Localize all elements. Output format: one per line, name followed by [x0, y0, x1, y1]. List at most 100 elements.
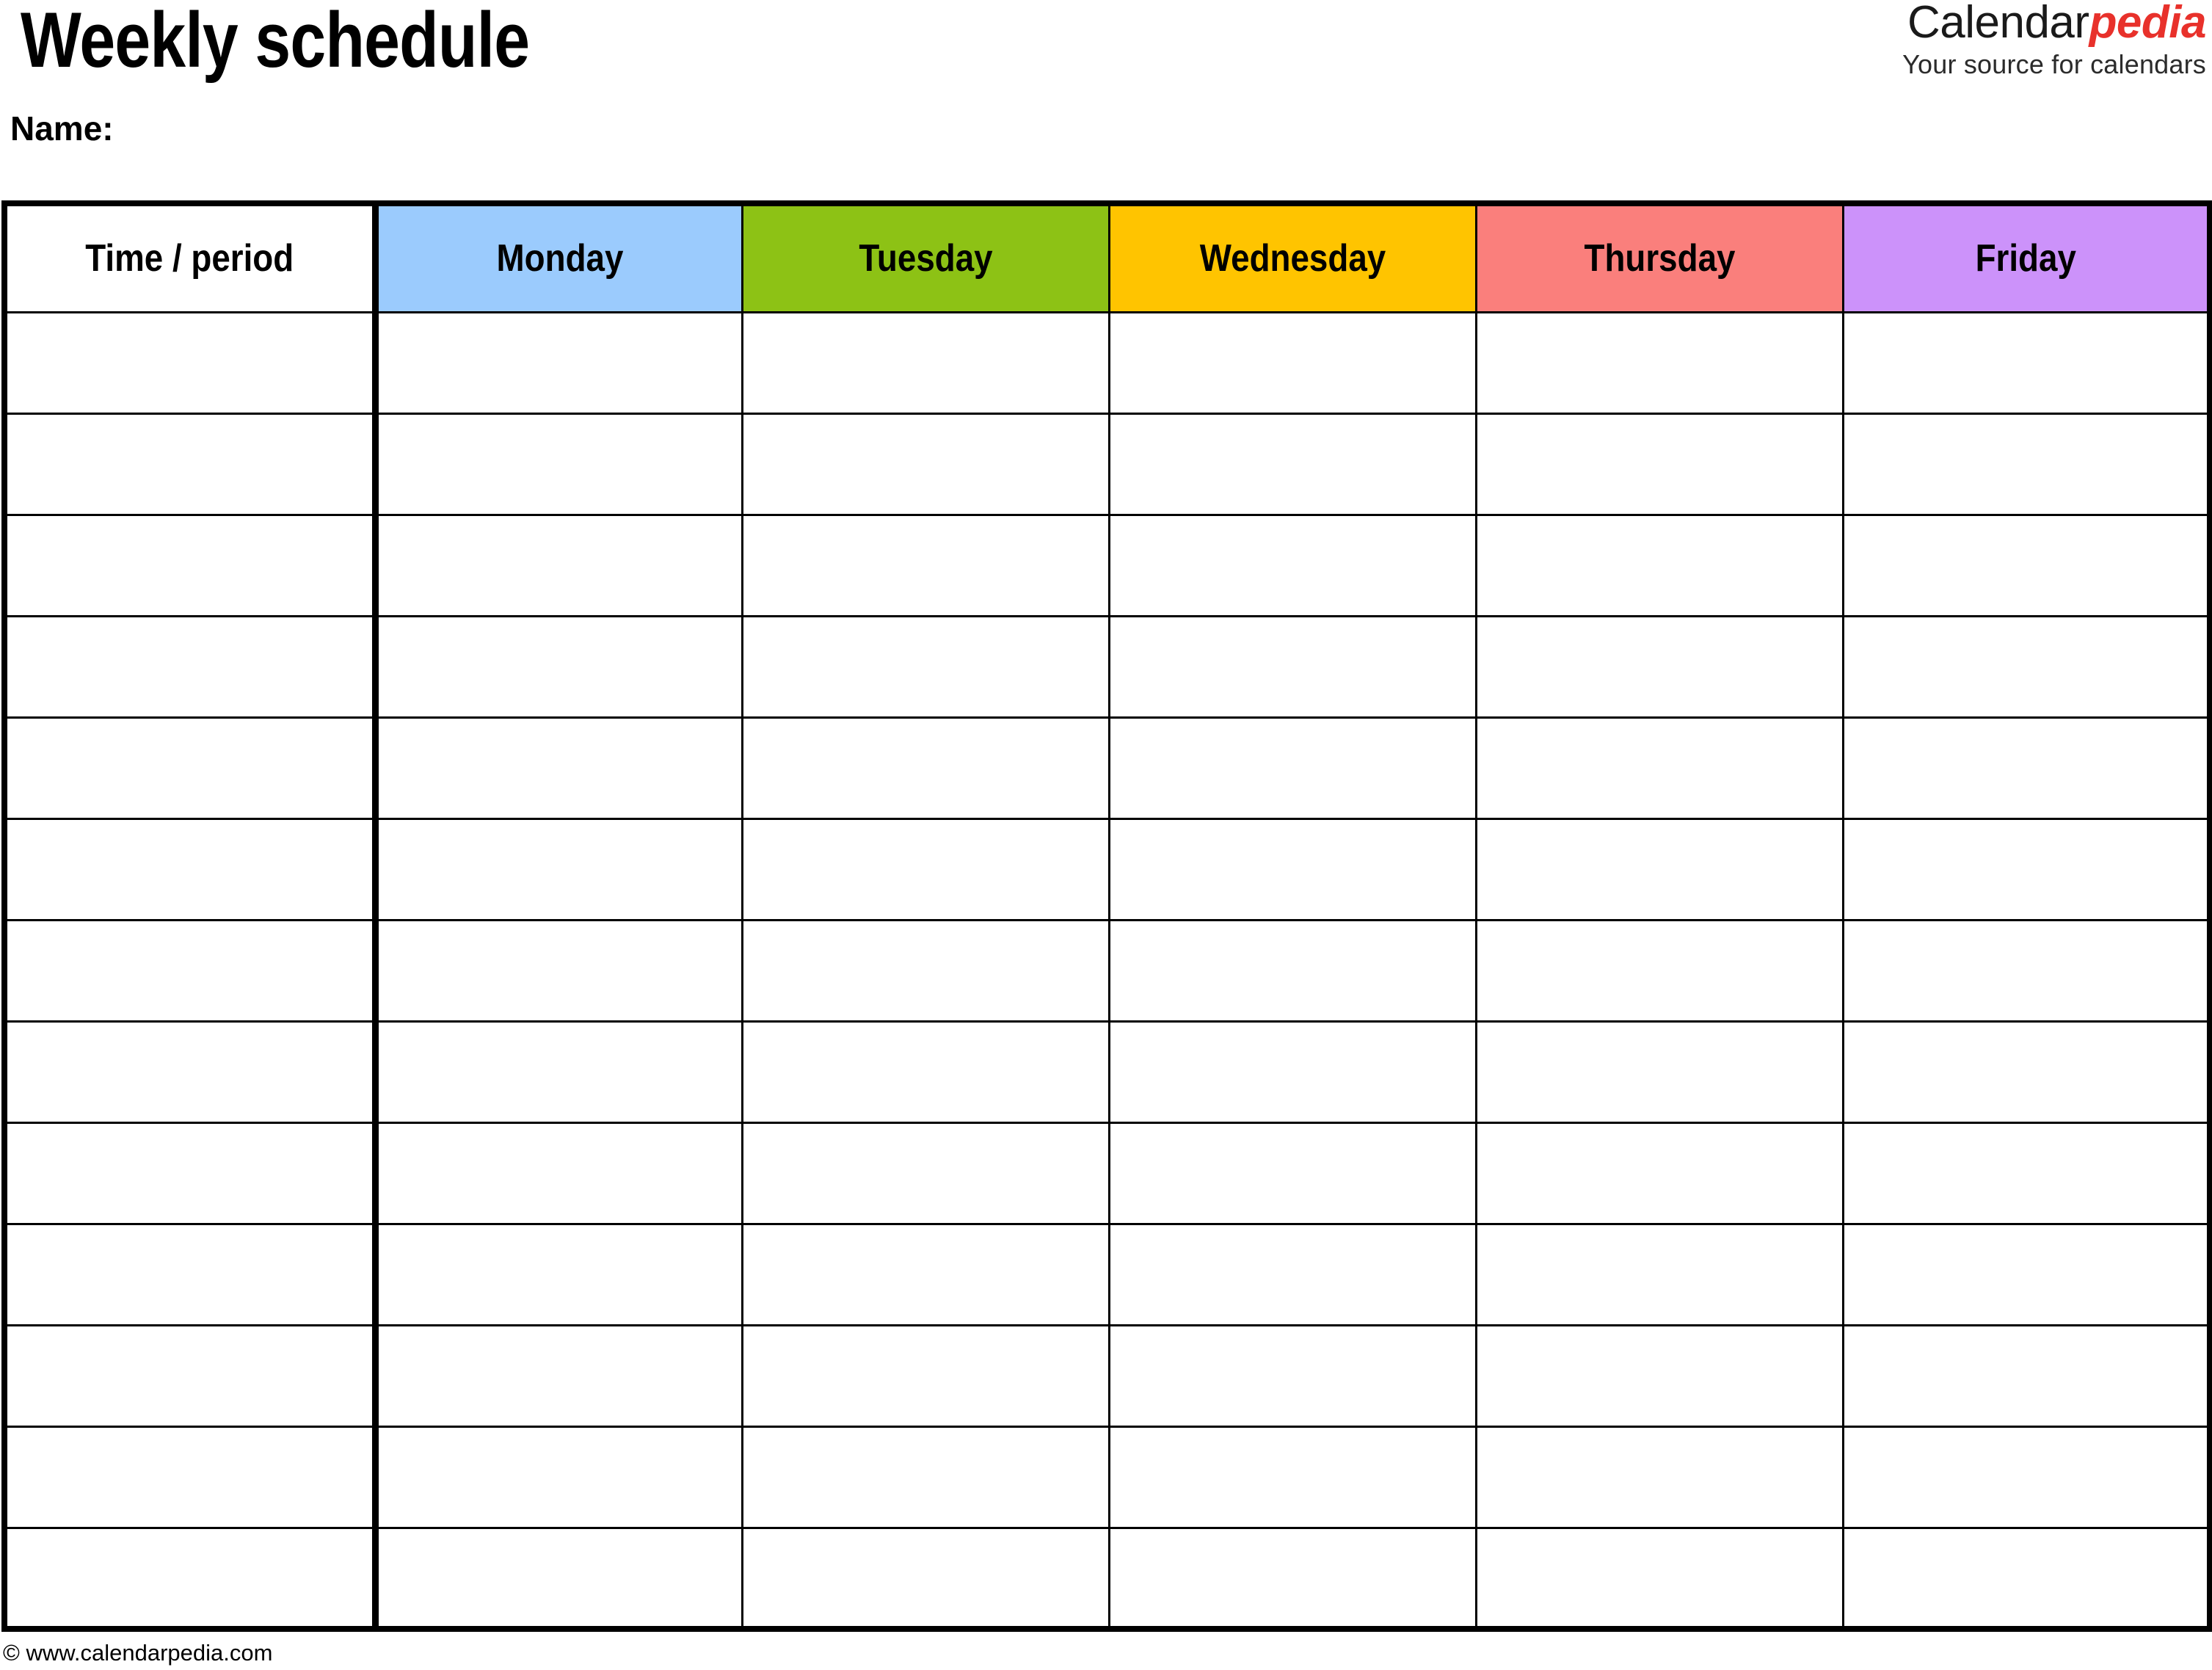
cell-time-8[interactable]	[3, 1020, 379, 1124]
cell-monday-1[interactable]	[374, 311, 743, 415]
cell-tuesday-13[interactable]	[741, 1526, 1110, 1629]
cell-wednesday-6[interactable]	[1107, 817, 1477, 921]
cell-time-10[interactable]	[3, 1222, 379, 1326]
cell-friday-4[interactable]	[1841, 614, 2211, 719]
cell-wednesday-7[interactable]	[1107, 918, 1477, 1023]
cell-wednesday-4[interactable]	[1107, 614, 1477, 719]
cell-thursday-4[interactable]	[1474, 614, 1844, 719]
cell-thursday-13[interactable]	[1474, 1526, 1844, 1629]
cell-monday-4[interactable]	[374, 614, 743, 719]
cell-wednesday-9[interactable]	[1107, 1121, 1477, 1225]
cell-tuesday-7[interactable]	[741, 918, 1110, 1023]
cell-friday-10[interactable]	[1841, 1222, 2211, 1326]
cell-wednesday-12[interactable]	[1107, 1425, 1477, 1529]
cell-tuesday-3[interactable]	[741, 513, 1110, 617]
cell-friday-5[interactable]	[1841, 716, 2211, 820]
brand-tagline: Your source for calendars	[1902, 49, 2206, 79]
cell-thursday-5[interactable]	[1474, 716, 1844, 820]
cell-time-1[interactable]	[3, 311, 379, 415]
column-header-label-time: Time / period	[85, 237, 294, 280]
cell-monday-11[interactable]	[374, 1324, 743, 1428]
cell-thursday-6[interactable]	[1474, 817, 1844, 921]
page-title: Weekly schedule	[21, 0, 530, 84]
cell-wednesday-1[interactable]	[1107, 311, 1477, 415]
cell-tuesday-9[interactable]	[741, 1121, 1110, 1225]
table-row	[3, 513, 2211, 617]
cell-monday-3[interactable]	[374, 513, 743, 617]
cell-wednesday-13[interactable]	[1107, 1526, 1477, 1629]
cell-friday-8[interactable]	[1841, 1020, 2211, 1124]
table-row	[3, 1222, 2211, 1326]
weekly-schedule-table-wrap: Time / period Monday Tuesday Wednesday Thurs…	[0, 200, 2212, 1632]
cell-tuesday-4[interactable]	[741, 614, 1110, 719]
cell-thursday-7[interactable]	[1474, 918, 1844, 1023]
cell-time-9[interactable]	[3, 1121, 379, 1225]
cell-friday-7[interactable]	[1841, 918, 2211, 1023]
column-header-label-friday: Friday	[1975, 237, 2076, 280]
cell-thursday-1[interactable]	[1474, 311, 1844, 415]
cell-time-7[interactable]	[3, 918, 379, 1023]
cell-time-2[interactable]	[3, 412, 379, 516]
cell-monday-10[interactable]	[374, 1222, 743, 1326]
cell-thursday-9[interactable]	[1474, 1121, 1844, 1225]
cell-time-6[interactable]	[3, 817, 379, 921]
cell-friday-11[interactable]	[1841, 1324, 2211, 1428]
cell-wednesday-10[interactable]	[1107, 1222, 1477, 1326]
cell-time-4[interactable]	[3, 614, 379, 719]
cell-wednesday-2[interactable]	[1107, 412, 1477, 516]
cell-monday-8[interactable]	[374, 1020, 743, 1124]
cell-wednesday-8[interactable]	[1107, 1020, 1477, 1124]
footer-copyright: © www.calendarpedia.com	[3, 1640, 273, 1666]
brand-word-calendar: Calendar	[1907, 0, 2089, 48]
column-header-time: Time / period	[3, 202, 379, 313]
cell-monday-6[interactable]	[374, 817, 743, 921]
cell-monday-2[interactable]	[374, 412, 743, 516]
weekly-schedule-table: Time / period Monday Tuesday Wednesday Thurs…	[1, 200, 2212, 1632]
table-row	[3, 817, 2211, 921]
cell-tuesday-10[interactable]	[741, 1222, 1110, 1326]
cell-friday-6[interactable]	[1841, 817, 2211, 921]
cell-wednesday-3[interactable]	[1107, 513, 1477, 617]
cell-friday-2[interactable]	[1841, 412, 2211, 516]
cell-tuesday-1[interactable]	[741, 311, 1110, 415]
cell-tuesday-6[interactable]	[741, 817, 1110, 921]
schedule-header-row: Time / period Monday Tuesday Wednesday Thurs…	[3, 202, 2211, 313]
cell-thursday-2[interactable]	[1474, 412, 1844, 516]
cell-thursday-12[interactable]	[1474, 1425, 1844, 1529]
cell-monday-13[interactable]	[374, 1526, 743, 1629]
cell-friday-9[interactable]	[1841, 1121, 2211, 1225]
table-row	[3, 918, 2211, 1023]
schedule-body	[3, 311, 2211, 1629]
column-header-label-monday: Monday	[496, 237, 623, 280]
cell-monday-7[interactable]	[374, 918, 743, 1023]
cell-tuesday-5[interactable]	[741, 716, 1110, 820]
cell-time-11[interactable]	[3, 1324, 379, 1428]
cell-monday-5[interactable]	[374, 716, 743, 820]
cell-friday-12[interactable]	[1841, 1425, 2211, 1529]
column-header-wednesday: Wednesday	[1107, 202, 1477, 313]
cell-friday-13[interactable]	[1841, 1526, 2211, 1629]
cell-time-13[interactable]	[3, 1526, 379, 1629]
cell-thursday-3[interactable]	[1474, 513, 1844, 617]
cell-thursday-8[interactable]	[1474, 1020, 1844, 1124]
cell-friday-1[interactable]	[1841, 311, 2211, 415]
cell-wednesday-5[interactable]	[1107, 716, 1477, 820]
table-row	[3, 311, 2211, 415]
column-header-monday: Monday	[374, 202, 743, 313]
table-row	[3, 1425, 2211, 1529]
cell-tuesday-8[interactable]	[741, 1020, 1110, 1124]
cell-monday-9[interactable]	[374, 1121, 743, 1225]
cell-wednesday-11[interactable]	[1107, 1324, 1477, 1428]
cell-time-5[interactable]	[3, 716, 379, 820]
cell-tuesday-12[interactable]	[741, 1425, 1110, 1529]
cell-tuesday-11[interactable]	[741, 1324, 1110, 1428]
cell-time-3[interactable]	[3, 513, 379, 617]
brand-word-pedia: pedia	[2089, 0, 2207, 48]
name-field-label: Name:	[10, 109, 114, 148]
cell-thursday-11[interactable]	[1474, 1324, 1844, 1428]
cell-time-12[interactable]	[3, 1425, 379, 1529]
cell-monday-12[interactable]	[374, 1425, 743, 1529]
cell-tuesday-2[interactable]	[741, 412, 1110, 516]
cell-thursday-10[interactable]	[1474, 1222, 1844, 1326]
cell-friday-3[interactable]	[1841, 513, 2211, 617]
